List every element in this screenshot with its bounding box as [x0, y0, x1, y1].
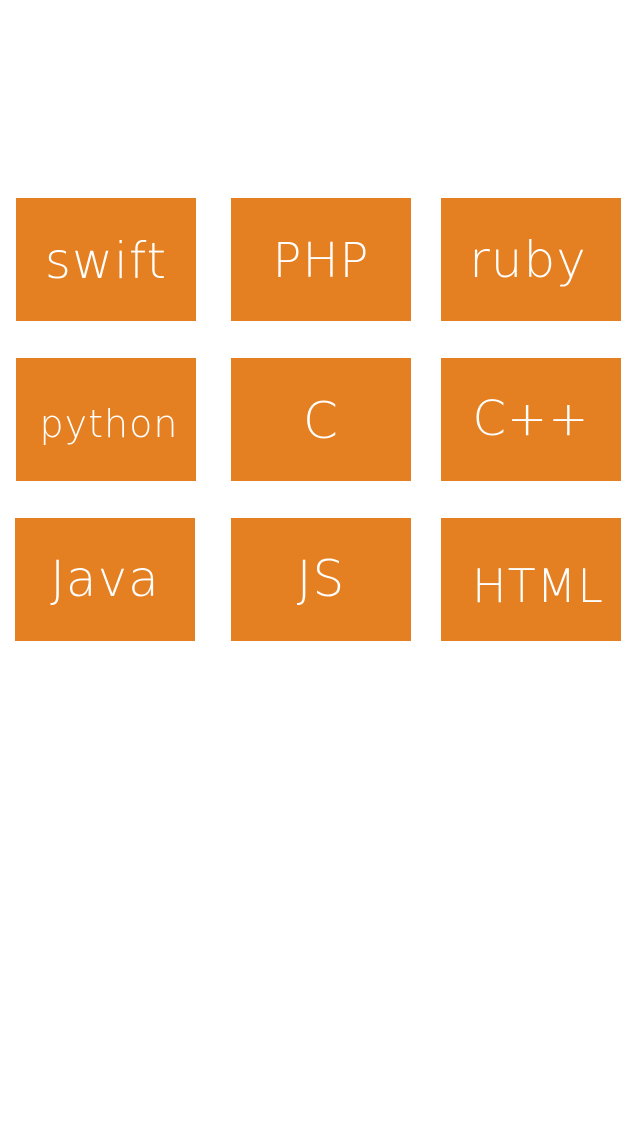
tile-cpp[interactable]: C++ [441, 358, 621, 481]
tile-label: HTML [471, 558, 604, 613]
tile-label: Java [50, 549, 160, 608]
tile-html[interactable]: HTML [441, 518, 621, 641]
tile-label: swift [44, 231, 168, 290]
tile-label: ruby [469, 230, 587, 289]
tile-js[interactable]: JS [231, 518, 411, 641]
tile-label: C [303, 391, 339, 450]
tile-c[interactable]: C [231, 358, 411, 481]
tile-label: PHP [272, 232, 370, 289]
tile-ruby[interactable]: ruby [441, 198, 621, 321]
tile-swift[interactable]: swift [16, 198, 196, 321]
tile-php[interactable]: PHP [231, 198, 411, 321]
tile-java[interactable]: Java [15, 518, 195, 641]
tile-label: python [39, 401, 179, 446]
tile-python[interactable]: python [16, 358, 196, 481]
tile-label: C++ [472, 390, 590, 447]
tile-label: JS [296, 549, 346, 608]
